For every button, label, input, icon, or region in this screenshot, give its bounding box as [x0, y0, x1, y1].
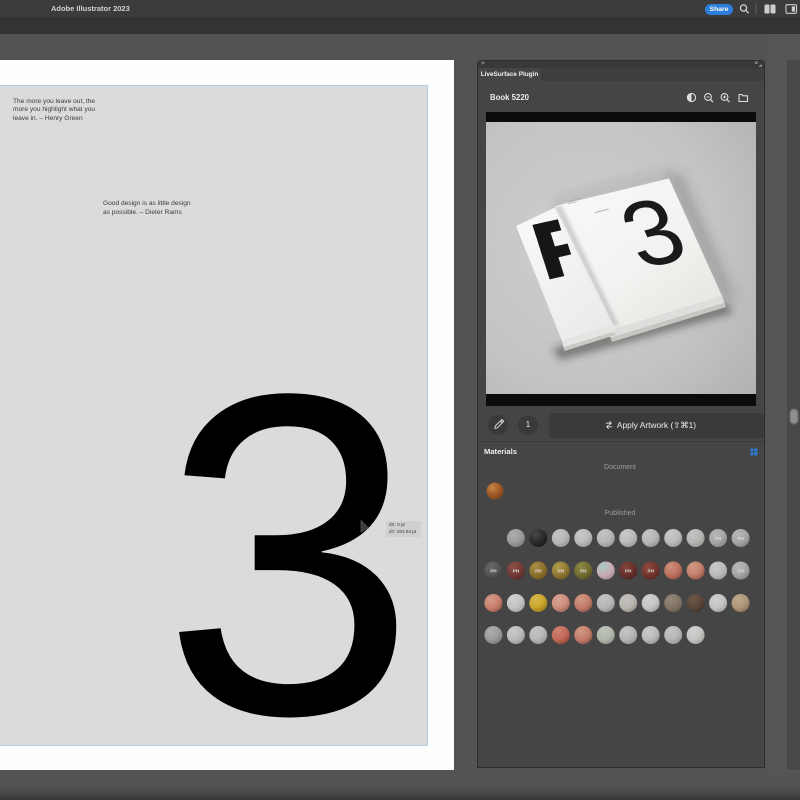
- svg-text:PH: PH: [737, 536, 744, 541]
- svg-text:PH: PH: [558, 568, 565, 573]
- svg-text:PH: PH: [715, 536, 722, 541]
- svg-text:PH: PH: [648, 568, 655, 573]
- svg-text:PH: PH: [625, 568, 632, 573]
- svg-text:PH: PH: [490, 568, 497, 573]
- svg-text:PH: PH: [737, 568, 744, 573]
- svg-text:PH: PH: [513, 568, 520, 573]
- svg-text:PH: PH: [580, 568, 587, 573]
- svg-text:PH: PH: [535, 568, 542, 573]
